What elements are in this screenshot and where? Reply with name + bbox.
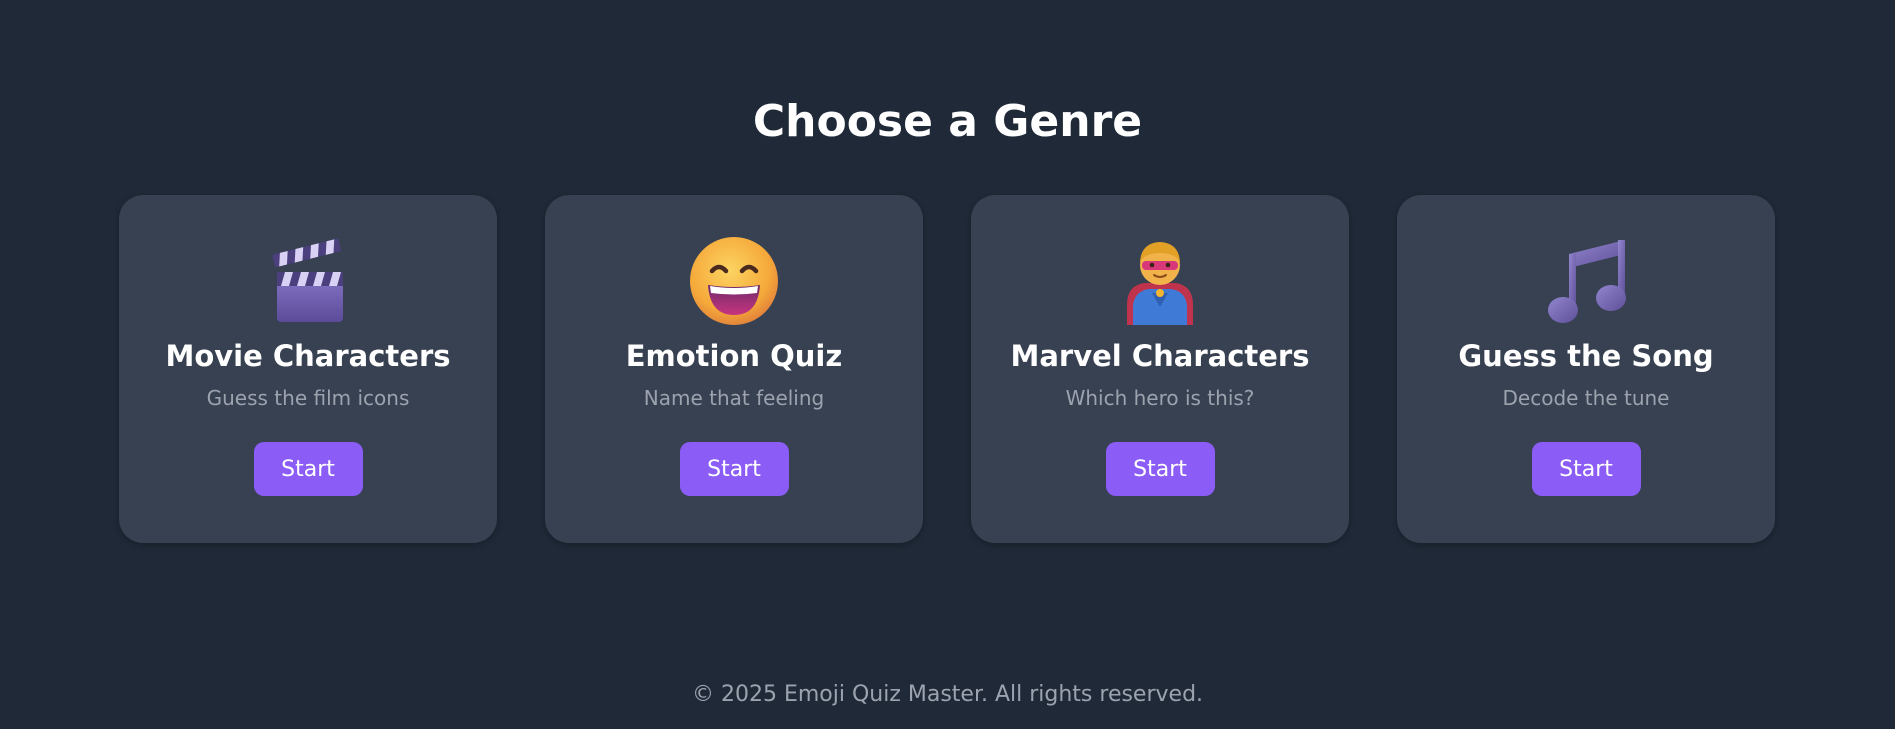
start-movie-characters-button[interactable]: Start (253, 442, 363, 496)
page-title: Choose a Genre (752, 96, 1143, 147)
genre-card-list: Movie Characters Guess the film icons St… (119, 195, 1775, 543)
genre-card-title: Emotion Quiz (625, 339, 843, 373)
start-marvel-characters-button[interactable]: Start (1105, 442, 1215, 496)
footer-copyright: © 2025 Emoji Quiz Master. All rights res… (691, 682, 1204, 707)
genre-card-guess-the-song: Guess the Song Decode the tune Start (1397, 195, 1775, 543)
genre-card-movie-characters: Movie Characters Guess the film icons St… (119, 195, 497, 543)
superhero-icon (1114, 235, 1206, 327)
genre-card-marvel-characters: Marvel Characters Which hero is this? St… (971, 195, 1349, 543)
clapper-board-icon (262, 235, 354, 327)
genre-card-title: Marvel Characters (1010, 339, 1310, 373)
start-emotion-quiz-button[interactable]: Start (679, 442, 789, 496)
grinning-face-icon (688, 235, 780, 327)
genre-selection-page: Choose a Genre Movie Characters Guess th… (0, 0, 1895, 729)
genre-card-emotion-quiz: Emotion Quiz Name that feeling Start (545, 195, 923, 543)
genre-card-title: Movie Characters (165, 339, 451, 373)
genre-card-description: Decode the tune (1502, 386, 1670, 410)
musical-note-icon (1540, 235, 1632, 327)
genre-card-title: Guess the Song (1458, 339, 1714, 373)
genre-card-description: Guess the film icons (206, 386, 410, 410)
start-guess-the-song-button[interactable]: Start (1531, 442, 1641, 496)
genre-card-description: Which hero is this? (1065, 386, 1255, 410)
genre-card-description: Name that feeling (643, 386, 825, 410)
